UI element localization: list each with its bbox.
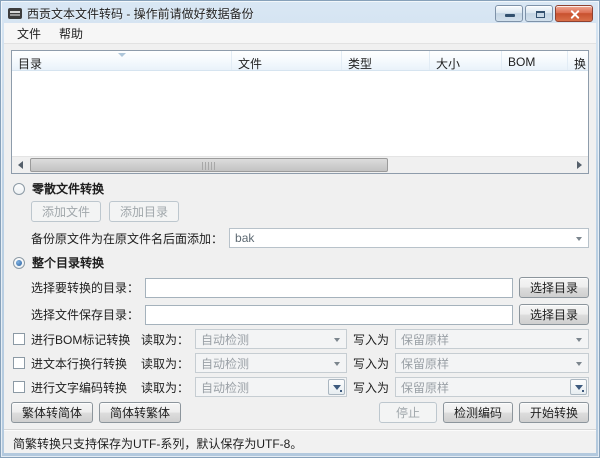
scatter-mode-radio[interactable] <box>13 183 25 195</box>
scroll-right-icon <box>577 161 582 169</box>
column-label: 目录 <box>18 57 42 70</box>
column-header-type[interactable]: 类型 <box>342 51 430 70</box>
linebreak-read-value: 自动检测 <box>201 355 249 372</box>
content: 目录 文件 类型 大小 BOM 换 零散文件转换 <box>4 44 596 453</box>
menu-file[interactable]: 文件 <box>8 23 50 45</box>
maximize-icon <box>536 11 545 18</box>
stop-button[interactable]: 停止 <box>379 402 437 423</box>
column-header-linebreak[interactable]: 换 <box>568 51 588 70</box>
minimize-button[interactable] <box>495 5 523 22</box>
actions-row: 繁体转简体 简体转繁体 停止 检测编码 开始转换 <box>11 402 589 423</box>
dropdown-button-icon[interactable] <box>570 379 587 395</box>
save-dir-input[interactable] <box>145 305 513 325</box>
encoding-write-label: 写入为 <box>353 379 389 396</box>
file-list: 目录 文件 类型 大小 BOM 换 <box>11 50 589 174</box>
backup-suffix-row: 备份原文件为在原文件名后面添加： bak <box>31 228 589 248</box>
encoding-write-value: 保留原样 <box>401 379 449 396</box>
file-list-body[interactable] <box>12 71 588 156</box>
linebreak-write-value: 保留原样 <box>401 355 449 372</box>
scroll-right-button[interactable] <box>571 157 588 173</box>
title-bar[interactable]: 西贡文本文件转码 - 操作前请做好数据备份 <box>1 1 599 23</box>
scatter-mode-row: 零散文件转换 <box>13 180 589 197</box>
linebreak-read-combobox[interactable]: 自动检测 <box>195 353 347 373</box>
chevron-down-icon <box>576 338 582 342</box>
linebreak-convert-label: 进文本行换行转换 <box>31 355 135 372</box>
encoding-read-value: 自动检测 <box>201 379 249 396</box>
chevron-down-icon <box>576 362 582 366</box>
column-header-bom[interactable]: BOM <box>502 51 568 70</box>
scrollbar-thumb[interactable] <box>30 158 388 172</box>
column-header-file[interactable]: 文件 <box>232 51 342 70</box>
bom-write-value: 保留原样 <box>401 331 449 348</box>
window-controls <box>495 5 593 22</box>
backup-suffix-value: bak <box>235 231 254 245</box>
choose-source-dir-button[interactable]: 选择目录 <box>519 277 589 298</box>
bom-option-row: 进行BOM标记转换 读取为： 自动检测 写入为 保留原样 <box>13 329 589 349</box>
backup-suffix-combobox[interactable]: bak <box>229 228 589 248</box>
chevron-down-icon <box>334 338 340 342</box>
whole-dir-mode-row: 整个目录转换 <box>13 254 589 271</box>
save-dir-row: 选择文件保存目录： 选择目录 <box>31 304 589 325</box>
bom-write-combobox[interactable]: 保留原样 <box>395 329 589 349</box>
close-button[interactable] <box>555 5 593 22</box>
save-dir-label: 选择文件保存目录： <box>31 306 139 323</box>
bom-read-value: 自动检测 <box>201 331 249 348</box>
linebreak-read-label: 读取为： <box>141 355 189 372</box>
encoding-read-label: 读取为： <box>141 379 189 396</box>
maximize-button[interactable] <box>525 5 553 22</box>
bom-convert-checkbox[interactable] <box>13 333 25 345</box>
source-dir-label: 选择要转换的目录： <box>31 279 139 296</box>
whole-dir-mode-label: 整个目录转换 <box>32 254 104 271</box>
encoding-read-combobox[interactable]: 自动检测 <box>195 377 347 397</box>
add-buttons-row: 添加文件 添加目录 <box>31 201 589 222</box>
start-convert-button[interactable]: 开始转换 <box>519 402 589 423</box>
detect-encoding-button[interactable]: 检测编码 <box>443 402 513 423</box>
menu-help[interactable]: 帮助 <box>50 23 92 45</box>
scroll-left-button[interactable] <box>12 157 29 173</box>
backup-suffix-label: 备份原文件为在原文件名后面添加： <box>31 230 223 247</box>
bom-convert-label: 进行BOM标记转换 <box>31 331 135 348</box>
add-file-button[interactable]: 添加文件 <box>31 201 101 222</box>
linebreak-write-label: 写入为 <box>353 355 389 372</box>
encoding-convert-checkbox[interactable] <box>13 381 25 393</box>
linebreak-option-row: 进文本行换行转换 读取为： 自动检测 写入为 保留原样 <box>13 353 589 373</box>
status-panel: 简繁转换只支持保存为UTF-系列，默认保存为UTF-8。 只有在UTF-8编码的… <box>4 429 596 453</box>
add-directory-button[interactable]: 添加目录 <box>109 201 179 222</box>
column-header-size[interactable]: 大小 <box>430 51 502 70</box>
chevron-down-icon <box>576 237 582 241</box>
app-window: 西贡文本文件转码 - 操作前请做好数据备份 文件 帮助 目录 文件 类型 大小 <box>0 0 600 458</box>
window-title: 西贡文本文件转码 - 操作前请做好数据备份 <box>27 5 489 22</box>
client-area: 文件 帮助 目录 文件 类型 大小 BOM 换 <box>4 23 596 453</box>
source-dir-input[interactable] <box>145 278 513 298</box>
encoding-write-combobox[interactable]: 保留原样 <box>395 377 589 397</box>
encoding-convert-label: 进行文字编码转换 <box>31 379 135 396</box>
bom-write-label: 写入为 <box>353 331 389 348</box>
app-icon[interactable] <box>8 8 22 19</box>
minimize-icon <box>505 14 515 17</box>
dropdown-button-icon[interactable] <box>328 379 345 395</box>
simplified-to-traditional-button[interactable]: 简体转繁体 <box>99 402 181 423</box>
source-dir-row: 选择要转换的目录： 选择目录 <box>31 277 589 298</box>
scroll-left-icon <box>18 161 23 169</box>
file-list-header: 目录 文件 类型 大小 BOM 换 <box>12 51 588 71</box>
choose-save-dir-button[interactable]: 选择目录 <box>519 304 589 325</box>
sort-indicator-icon <box>118 53 126 57</box>
linebreak-convert-checkbox[interactable] <box>13 357 25 369</box>
bom-read-label: 读取为： <box>141 331 189 348</box>
menu-bar: 文件 帮助 <box>4 23 596 44</box>
horizontal-scrollbar[interactable] <box>12 156 588 173</box>
chevron-down-icon <box>334 362 340 366</box>
encoding-option-row: 进行文字编码转换 读取为： 自动检测 写入为 保留原样 <box>13 377 589 397</box>
scatter-mode-label: 零散文件转换 <box>32 180 104 197</box>
traditional-to-simplified-button[interactable]: 繁体转简体 <box>11 402 93 423</box>
linebreak-write-combobox[interactable]: 保留原样 <box>395 353 589 373</box>
column-header-directory[interactable]: 目录 <box>12 51 232 70</box>
close-icon <box>570 9 580 19</box>
whole-dir-mode-radio[interactable] <box>13 257 25 269</box>
bom-read-combobox[interactable]: 自动检测 <box>195 329 347 349</box>
status-line-1: 简繁转换只支持保存为UTF-系列，默认保存为UTF-8。 <box>13 435 587 452</box>
